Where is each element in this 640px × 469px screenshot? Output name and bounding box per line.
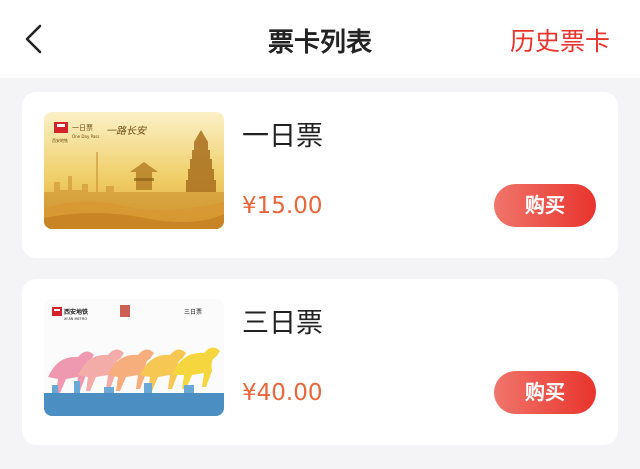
ticket-image-one-day: 一日票 One Day Pass 西安地铁 一路长安	[44, 112, 224, 229]
card-slogan-text: 一路长安	[106, 125, 147, 137]
card-type-en-text: One Day Pass	[72, 134, 99, 139]
ticket-image-three-day: 西安地铁 XI'AN METRO 三日票	[44, 299, 224, 416]
ticket-price: ¥15.00	[242, 193, 323, 219]
ticket-card-three-day[interactable]: 西安地铁 XI'AN METRO 三日票 三日票 ¥40.00 购买	[22, 279, 618, 445]
ticket-name: 三日票	[242, 308, 323, 339]
card-brand-en-text: XI'AN METRO	[64, 317, 87, 321]
ticket-price: ¥40.00	[242, 380, 323, 406]
top-bar: 票卡列表 历史票卡	[0, 0, 640, 78]
card-brand-text: 西安地铁	[64, 308, 88, 316]
buy-button[interactable]: 购买	[494, 184, 596, 227]
card-type-text: 三日票	[184, 309, 202, 316]
history-tickets-link[interactable]: 历史票卡	[510, 22, 610, 58]
ticket-name: 一日票	[242, 121, 323, 152]
ticket-card-one-day[interactable]: 一日票 One Day Pass 西安地铁 一路长安 一日票 ¥15.00 购买	[22, 92, 618, 258]
buy-button[interactable]: 购买	[494, 371, 596, 414]
card-brand-text: 西安地铁	[52, 137, 68, 143]
card-type-text: 一日票	[72, 124, 93, 132]
